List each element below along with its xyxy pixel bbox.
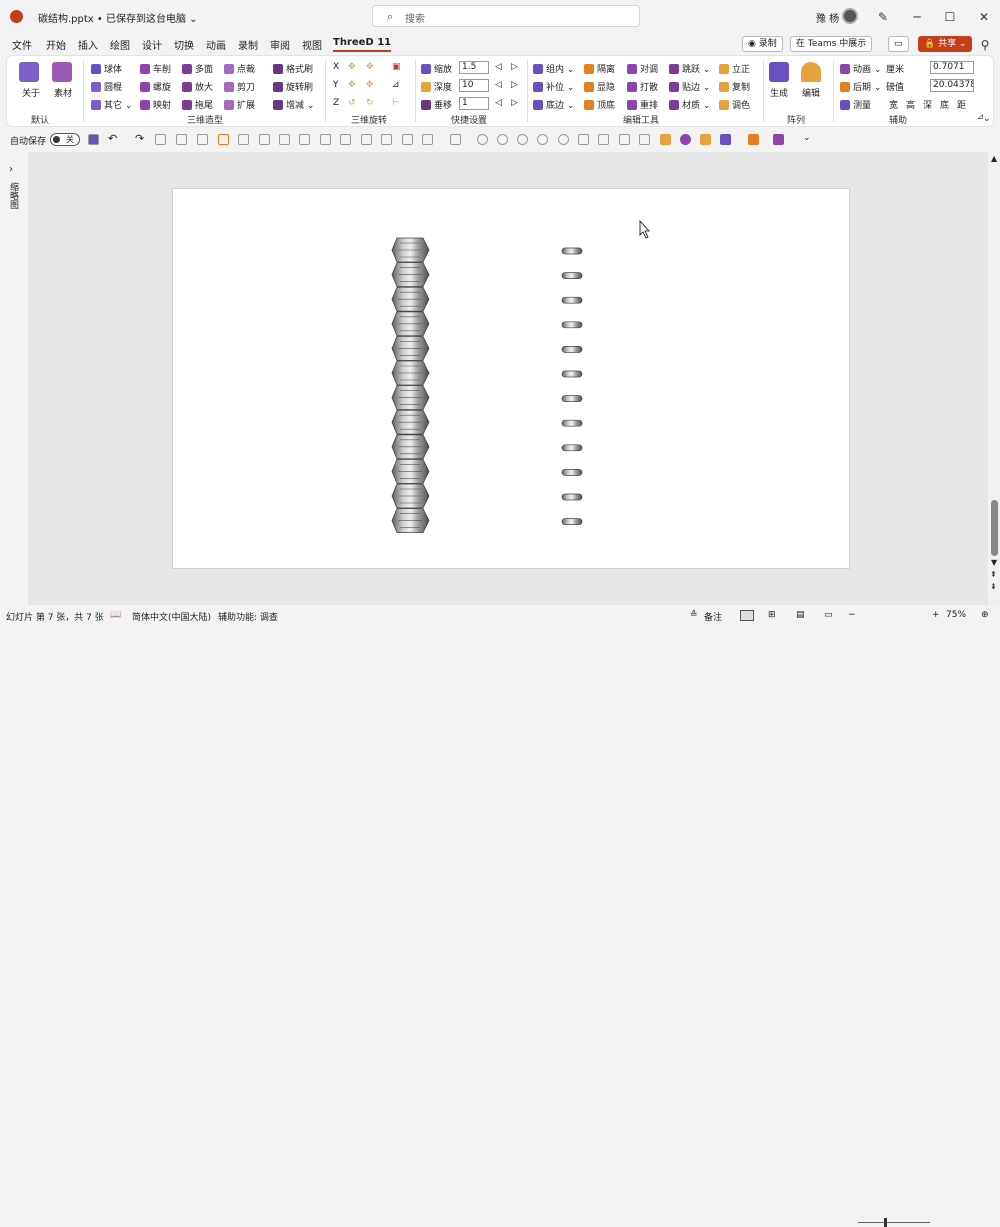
small-rod-models[interactable]: [561, 247, 583, 525]
normal-view-icon[interactable]: [740, 610, 754, 621]
carbon-chain-model[interactable]: [391, 237, 430, 533]
mouse-cursor-icon: [639, 219, 650, 239]
scroll-up-icon[interactable]: ▲: [991, 154, 997, 163]
spellcheck-icon[interactable]: 📖: [110, 610, 121, 620]
status-bar: 幻灯片 第 7 张，共 7 张 📖 简体中文(中国大陆) 辅助功能: 调查 ≙ …: [0, 607, 1000, 1227]
zoom-level[interactable]: 75%: [946, 610, 966, 620]
slide-counter: 幻灯片 第 7 张，共 7 张: [6, 613, 104, 623]
reading-view-icon[interactable]: ▤: [796, 610, 805, 620]
slideshow-icon[interactable]: ▭: [824, 610, 833, 620]
small-rod: [561, 296, 583, 304]
zoom-slider-thumb[interactable]: [884, 1218, 887, 1227]
zoom-in-icon[interactable]: +: [932, 610, 940, 620]
small-rod: [561, 469, 583, 476]
small-rod: [561, 370, 583, 378]
small-rod: [561, 518, 583, 525]
small-rod: [561, 272, 583, 279]
fit-slide-icon[interactable]: ⊕: [981, 610, 989, 620]
next-slide-icon[interactable]: ⇟: [990, 582, 997, 591]
scroll-down-icon[interactable]: ▼: [991, 558, 997, 567]
zoom-out-icon[interactable]: −: [848, 610, 856, 620]
slide-3d-objects: [391, 219, 650, 533]
small-rod: [561, 247, 583, 255]
zoom-slider[interactable]: [858, 1222, 930, 1223]
small-rod: [561, 395, 583, 402]
notes-button[interactable]: 备注: [704, 610, 722, 623]
scroll-thumb[interactable]: [991, 500, 998, 556]
small-rod: [561, 493, 583, 501]
accessibility-indicator[interactable]: 辅助功能: 调查: [218, 610, 278, 623]
small-rod: [561, 346, 583, 353]
vertical-scrollbar[interactable]: ▲ ▼ ⇞ ⇟: [989, 152, 1000, 605]
slide-sorter-icon[interactable]: ⊞: [768, 610, 776, 620]
prev-slide-icon[interactable]: ⇞: [990, 570, 997, 579]
language-indicator[interactable]: 简体中文(中国大陆): [132, 610, 211, 623]
small-rod: [561, 444, 583, 452]
small-rod: [561, 419, 583, 427]
notes-icon[interactable]: ≙: [690, 610, 698, 620]
small-rod: [561, 321, 583, 329]
